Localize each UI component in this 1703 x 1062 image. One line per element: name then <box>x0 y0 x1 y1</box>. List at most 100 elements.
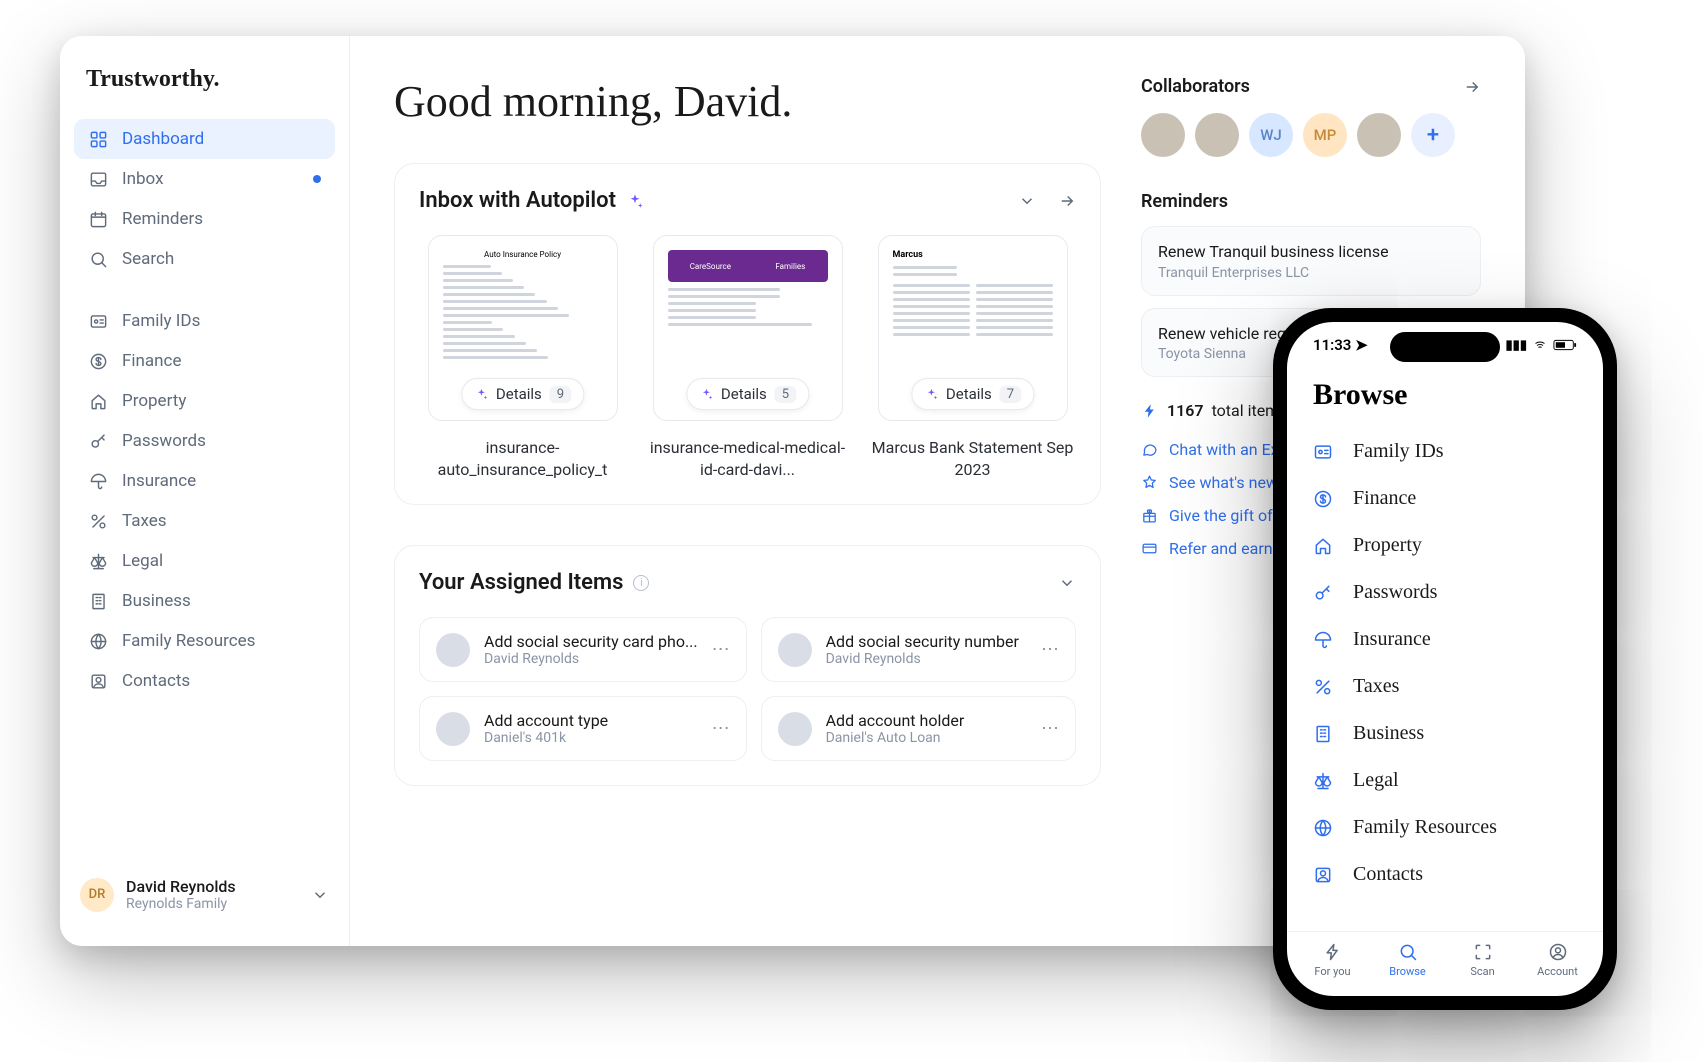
phone-tab-browse[interactable]: Browse <box>1370 942 1445 978</box>
phone-browse-item-insurance[interactable]: Insurance <box>1313 616 1577 663</box>
collaborator-avatar[interactable]: MP <box>1303 113 1347 157</box>
panel-collapse-toggle[interactable] <box>1018 192 1036 210</box>
sidebar-item-passwords[interactable]: Passwords <box>74 421 335 461</box>
brand-logo: Trustworthy. <box>60 56 349 119</box>
sidebar-item-label: Finance <box>122 351 181 371</box>
info-icon[interactable]: i <box>633 575 649 591</box>
battery-icon <box>1553 339 1577 351</box>
phone-browse-item-contacts[interactable]: Contacts <box>1313 851 1577 898</box>
inbox-card[interactable]: CareSourceFamilies Details 5 insurance-m… <box>644 235 851 480</box>
details-chip[interactable]: Details 5 <box>686 378 809 410</box>
reminder-subtitle: Tranquil Enterprises LLC <box>1158 265 1464 281</box>
assigned-item[interactable]: Add social security number David Reynold… <box>761 617 1076 682</box>
sidebar-item-taxes[interactable]: Taxes <box>74 501 335 541</box>
sidebar-item-dashboard[interactable]: Dashboard <box>74 119 335 159</box>
more-icon[interactable]: ⋯ <box>712 718 730 739</box>
phone-tab-for-you[interactable]: For you <box>1295 942 1370 978</box>
reminder-card[interactable]: Renew Tranquil business license Tranquil… <box>1141 226 1481 296</box>
scale-icon <box>88 551 108 571</box>
phone-tab-account[interactable]: Account <box>1520 942 1595 978</box>
sidebar-item-contacts[interactable]: Contacts <box>74 661 335 701</box>
panel-collapse-toggle[interactable] <box>1058 574 1076 592</box>
collaborators-open-arrow[interactable] <box>1463 78 1481 96</box>
assigned-panel-title: Your Assigned Items <box>419 570 623 595</box>
sidebar-item-search[interactable]: Search <box>74 239 335 279</box>
details-chip[interactable]: Details 9 <box>461 378 584 410</box>
sparkle-icon <box>626 192 644 210</box>
search-icon <box>1398 942 1418 962</box>
add-collaborator-button[interactable]: + <box>1411 113 1455 157</box>
phone-page-title: Browse <box>1287 354 1603 426</box>
inbox-card[interactable]: Marcus Details 7 Marcus Bank Statement S… <box>869 235 1076 480</box>
inbox-card-caption: insurance-auto_insurance_policy_t <box>419 437 626 480</box>
phone-browse-item-finance[interactable]: Finance <box>1313 475 1577 522</box>
phone-browse-label: Business <box>1353 722 1424 745</box>
user-icon <box>1548 942 1568 962</box>
collaborator-avatar[interactable] <box>1357 113 1401 157</box>
more-icon[interactable]: ⋯ <box>1041 718 1059 739</box>
collaborator-avatar[interactable] <box>1141 113 1185 157</box>
phone-browse-item-taxes[interactable]: Taxes <box>1313 663 1577 710</box>
details-count: 5 <box>775 386 796 403</box>
details-label: Details <box>946 385 992 403</box>
sparkle-icon <box>924 387 938 401</box>
inbox-card[interactable]: Auto Insurance Policy Details 9 insuranc… <box>419 235 626 480</box>
document-thumbnail: Marcus Details 7 <box>878 235 1068 421</box>
calendar-icon <box>88 209 108 229</box>
phone-browse-item-property[interactable]: Property <box>1313 522 1577 569</box>
building-icon <box>1313 724 1335 744</box>
avatar <box>436 633 470 667</box>
phone-browse-item-passwords[interactable]: Passwords <box>1313 569 1577 616</box>
contact-icon <box>1313 865 1335 885</box>
collaborator-avatar[interactable] <box>1195 113 1239 157</box>
sidebar-secondary-nav: Family IDs Finance Property Passwords In… <box>60 301 349 701</box>
phone-browse-item-business[interactable]: Business <box>1313 710 1577 757</box>
sidebar-item-legal[interactable]: Legal <box>74 541 335 581</box>
percent-icon <box>1313 677 1335 697</box>
star-icon <box>1141 474 1159 491</box>
sidebar-user-switcher[interactable]: DR David Reynolds Reynolds Family <box>60 863 349 926</box>
phone-browse-label: Legal <box>1353 769 1399 792</box>
panel-open-arrow[interactable] <box>1058 192 1076 210</box>
sidebar-item-label: Property <box>122 391 186 411</box>
id-card-icon <box>88 311 108 331</box>
sidebar-item-family-resources[interactable]: Family Resources <box>74 621 335 661</box>
sidebar-item-label: Insurance <box>122 471 196 491</box>
sidebar-item-property[interactable]: Property <box>74 381 335 421</box>
action-link-label: See what's new <box>1169 473 1278 492</box>
avatar <box>778 712 812 746</box>
percent-icon <box>88 511 108 531</box>
collaborator-avatar[interactable]: WJ <box>1249 113 1293 157</box>
details-chip[interactable]: Details 7 <box>911 378 1034 410</box>
phone-browse-item-family-resources[interactable]: Family Resources <box>1313 804 1577 851</box>
phone-tab-scan[interactable]: Scan <box>1445 942 1520 978</box>
phone-browse-label: Finance <box>1353 487 1416 510</box>
document-thumbnail: Auto Insurance Policy Details 9 <box>428 235 618 421</box>
sidebar-item-insurance[interactable]: Insurance <box>74 461 335 501</box>
dollar-icon <box>88 351 108 371</box>
sidebar-item-finance[interactable]: Finance <box>74 341 335 381</box>
sidebar-item-inbox[interactable]: Inbox <box>74 159 335 199</box>
globe-icon <box>1313 818 1335 838</box>
dollar-icon <box>1313 489 1335 509</box>
sidebar-item-family-ids[interactable]: Family IDs <box>74 301 335 341</box>
details-count: 9 <box>550 386 571 403</box>
details-label: Details <box>496 385 542 403</box>
sidebar-item-business[interactable]: Business <box>74 581 335 621</box>
sidebar-item-reminders[interactable]: Reminders <box>74 199 335 239</box>
assigned-item[interactable]: Add social security card pho... David Re… <box>419 617 747 682</box>
phone-browse-item-family-ids[interactable]: Family IDs <box>1313 428 1577 475</box>
assigned-item-title: Add account type <box>484 711 698 730</box>
reminder-title: Renew Tranquil business license <box>1158 241 1464 263</box>
inbox-card-caption: insurance-medical-medical-id-card-davi..… <box>644 437 851 480</box>
chevron-down-icon <box>311 886 329 904</box>
assigned-item[interactable]: Add account type Daniel's 401k ⋯ <box>419 696 747 761</box>
phone-tab-label: Scan <box>1470 965 1494 978</box>
more-icon[interactable]: ⋯ <box>712 639 730 660</box>
phone-browse-item-legal[interactable]: Legal <box>1313 757 1577 804</box>
assigned-item[interactable]: Add account holder Daniel's Auto Loan ⋯ <box>761 696 1076 761</box>
more-icon[interactable]: ⋯ <box>1041 639 1059 660</box>
card-icon <box>1141 540 1159 557</box>
phone-time: 11:33 ➤ <box>1313 336 1368 354</box>
phone-status-icons: ▮▮▮ <box>1506 338 1577 353</box>
